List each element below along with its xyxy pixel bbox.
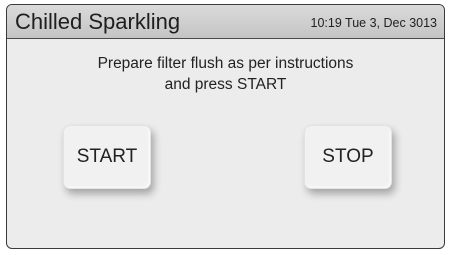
- mode-title: Chilled Sparkling: [15, 9, 181, 34]
- header-bar: Chilled Sparkling 10:19 Tue 3, Dec 3013: [7, 5, 444, 39]
- stop-button[interactable]: STOP: [304, 125, 392, 189]
- instruction-line-1: Prepare filter flush as per instructions: [97, 55, 354, 72]
- display-screen: Chilled Sparkling 10:19 Tue 3, Dec 3013 …: [6, 4, 445, 249]
- start-button[interactable]: START: [63, 125, 151, 189]
- date-time: 10:19 Tue 3, Dec 3013: [310, 16, 437, 30]
- instruction-line-2: and press START: [164, 76, 287, 93]
- instruction-message: Prepare filter flush as per instructions…: [7, 53, 444, 95]
